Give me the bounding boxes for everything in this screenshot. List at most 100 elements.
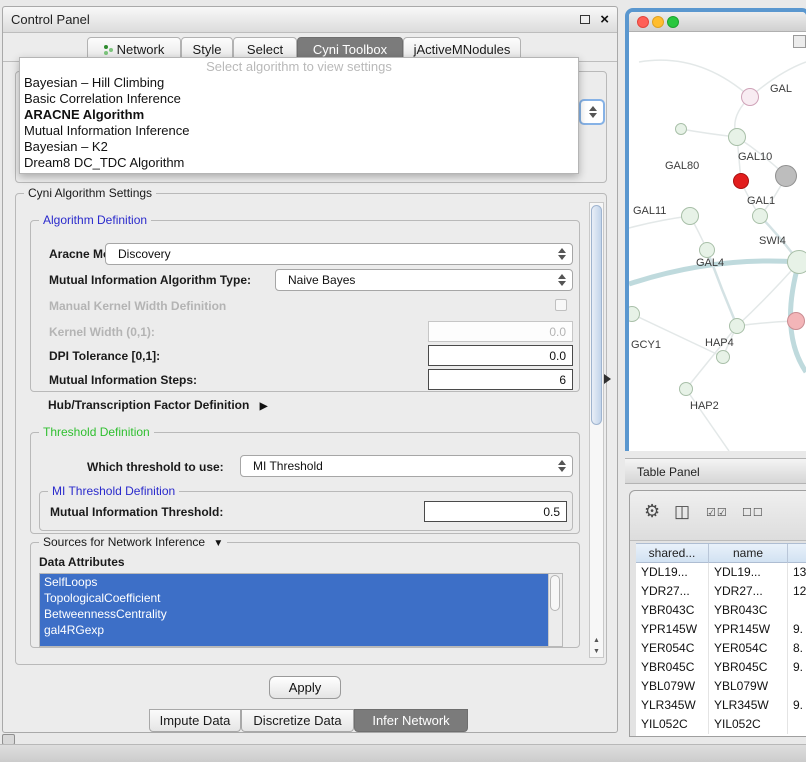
- column-header-name[interactable]: name: [709, 544, 788, 564]
- network-window-titlebar[interactable]: [629, 12, 806, 32]
- algorithm-option[interactable]: Mutual Information Inference: [20, 123, 578, 139]
- collapsed-arrow-icon: ▶: [260, 401, 268, 412]
- mi-threshold-group-title: MI Threshold Definition: [48, 484, 179, 499]
- table-row[interactable]: YBR045C YBR045C 9.: [636, 658, 806, 677]
- mi-algorithm-type-value: Naive Bayes: [288, 273, 355, 287]
- scroll-down-icon[interactable]: ▼: [590, 646, 603, 657]
- network-node[interactable]: [728, 128, 746, 146]
- gear-icon[interactable]: ⚙: [644, 501, 660, 522]
- table-panel-bar: Table Panel: [625, 458, 806, 484]
- cell-shared-name: YBR043C: [636, 601, 709, 620]
- network-node[interactable]: [699, 242, 715, 258]
- network-node[interactable]: [752, 208, 768, 224]
- scrollbar-arrows[interactable]: ▲ ▼: [590, 635, 603, 657]
- network-node[interactable]: [681, 207, 699, 225]
- attribute-item-selected[interactable]: SelfLoops: [40, 574, 548, 590]
- algorithm-option-selected[interactable]: ARACNE Algorithm: [20, 107, 578, 123]
- node-label: HAP2: [690, 400, 719, 412]
- algorithm-select-fragment[interactable]: [579, 99, 605, 125]
- screenshot-root: Control Panel × Network Style Select Cyn…: [0, 0, 806, 762]
- attributes-list-scrollbar[interactable]: [548, 574, 562, 646]
- mi-algorithm-type-select[interactable]: Naive Bayes: [275, 269, 573, 291]
- canvas-corner-button[interactable]: [793, 35, 806, 48]
- cell-value: [788, 601, 806, 620]
- panel-collapse-arrow[interactable]: [604, 374, 611, 384]
- table-row[interactable]: YBR043C YBR043C: [636, 601, 806, 620]
- table-row[interactable]: YLR345W YLR345W 9.: [636, 696, 806, 715]
- network-node[interactable]: [787, 250, 806, 274]
- attributes-list-scrollbar-thumb[interactable]: [550, 575, 560, 611]
- table-row[interactable]: YER054C YER054C 8.: [636, 639, 806, 658]
- mi-steps-input[interactable]: [428, 369, 573, 390]
- sources-toggle[interactable]: Sources for Network Inference ▼: [39, 535, 227, 551]
- attribute-item-selected[interactable]: gal4RGexp: [40, 622, 548, 638]
- zoom-button[interactable]: [667, 16, 679, 28]
- float-window-icon[interactable]: [580, 15, 590, 24]
- table-panel-title: Table Panel: [637, 465, 700, 479]
- settings-scrollbar-thumb[interactable]: [591, 205, 602, 425]
- expanded-arrow-icon: ▼: [213, 538, 223, 549]
- algorithm-option[interactable]: Bayesian – Hill Climbing: [20, 75, 578, 91]
- network-node-selected[interactable]: [733, 173, 749, 189]
- algorithm-option[interactable]: Basic Correlation Inference: [20, 91, 578, 107]
- kernel-width-label: Kernel Width (0,1):: [49, 325, 155, 339]
- cell-name: YPR145W: [709, 620, 788, 639]
- tab-infer-network[interactable]: Infer Network: [354, 709, 468, 732]
- cell-shared-name: YDL19...: [636, 563, 709, 582]
- hub-definition-toggle[interactable]: Hub/Transcription Factor Definition ▶: [48, 398, 267, 414]
- table-row[interactable]: YPR145W YPR145W 9.: [636, 620, 806, 639]
- settings-scrollbar[interactable]: ▲ ▼: [589, 202, 604, 658]
- aracne-mode-value: Discovery: [118, 247, 171, 261]
- cell-value: 13: [788, 563, 806, 582]
- attribute-item-selected[interactable]: BetweennessCentrality: [40, 606, 548, 622]
- scroll-up-icon[interactable]: ▲: [590, 635, 603, 646]
- algorithm-option[interactable]: Dream8 DC_TDC Algorithm: [20, 155, 578, 171]
- tab-impute-data[interactable]: Impute Data: [149, 709, 241, 732]
- network-canvas[interactable]: GAL GAL80 GAL10 GAL11 GAL1 SWI4 GAL4 GCY…: [629, 32, 806, 451]
- apply-button[interactable]: Apply: [269, 676, 341, 699]
- network-node[interactable]: [675, 123, 687, 135]
- columns-icon[interactable]: ◫: [674, 502, 690, 522]
- threshold-definition-group: Threshold Definition Which threshold to …: [30, 432, 580, 534]
- minimize-button[interactable]: [652, 16, 664, 28]
- cell-value: 9.: [788, 696, 806, 715]
- network-node[interactable]: [716, 350, 730, 364]
- table-row[interactable]: YDL19... YDL19... 13: [636, 563, 806, 582]
- cell-value: 9.: [788, 620, 806, 639]
- popup-placeholder: Select algorithm to view settings: [20, 58, 578, 75]
- attribute-item-partial[interactable]: [40, 638, 548, 647]
- network-node[interactable]: [741, 88, 759, 106]
- dpi-tolerance-input[interactable]: [428, 345, 573, 366]
- network-node[interactable]: [729, 318, 745, 334]
- which-threshold-select[interactable]: MI Threshold: [240, 455, 573, 477]
- close-panel-icon[interactable]: ×: [600, 10, 609, 30]
- deselect-all-rows-icon[interactable]: ☐☐: [742, 506, 764, 519]
- algorithm-definition-title: Algorithm Definition: [39, 213, 151, 228]
- mi-algorithm-type-label: Mutual Information Algorithm Type:: [49, 273, 251, 287]
- aracne-mode-select[interactable]: Discovery: [105, 243, 573, 265]
- node-label: GAL4: [696, 257, 724, 269]
- algorithm-option[interactable]: Bayesian – K2: [20, 139, 578, 155]
- hub-definition-label: Hub/Transcription Factor Definition: [48, 398, 249, 412]
- table-row[interactable]: YIL052C YIL052C: [636, 715, 806, 734]
- kernel-width-input[interactable]: [428, 321, 573, 342]
- node-label: GCY1: [631, 339, 661, 351]
- select-all-rows-icon[interactable]: ☑☑: [706, 506, 728, 519]
- column-header-cut[interactable]: [788, 544, 806, 564]
- table-row[interactable]: YBL079W YBL079W: [636, 677, 806, 696]
- cell-value: [788, 677, 806, 696]
- close-button[interactable]: [637, 16, 649, 28]
- network-node[interactable]: [775, 165, 797, 187]
- column-header-shared-name[interactable]: shared...: [636, 544, 709, 564]
- manual-kernel-width-checkbox[interactable]: [555, 299, 567, 311]
- cell-value: [788, 715, 806, 734]
- tab-discretize-data[interactable]: Discretize Data: [241, 709, 354, 732]
- sources-title: Sources for Network Inference: [43, 535, 205, 549]
- network-node[interactable]: [787, 312, 805, 330]
- attribute-item-selected[interactable]: TopologicalCoefficient: [40, 590, 548, 606]
- algorithm-dropdown-popup: Select algorithm to view settings Bayesi…: [19, 57, 579, 174]
- which-threshold-value: MI Threshold: [253, 459, 323, 473]
- table-row[interactable]: YDR27... YDR27... 12: [636, 582, 806, 601]
- network-node[interactable]: [679, 382, 693, 396]
- mi-threshold-input[interactable]: [424, 501, 567, 522]
